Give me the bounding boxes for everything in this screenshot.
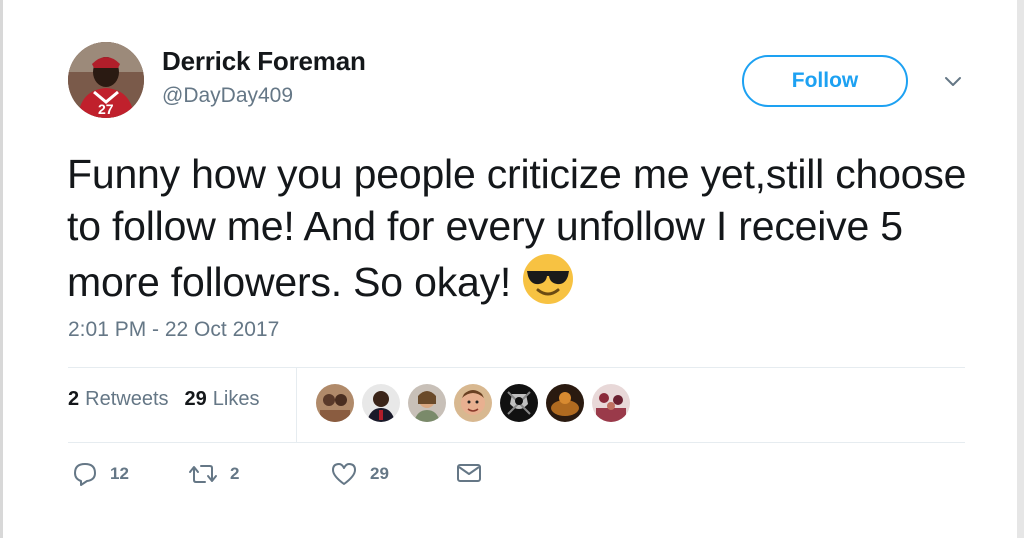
reply-count: 12 — [110, 464, 129, 483]
window-edge-right — [1017, 0, 1024, 538]
follow-button[interactable]: Follow — [742, 55, 908, 107]
sunglasses-emoji-icon — [523, 254, 574, 304]
liker-avatars — [316, 384, 630, 424]
reply-button[interactable]: 12 — [72, 462, 129, 486]
liker-avatar[interactable] — [316, 384, 354, 422]
author-avatar[interactable]: 27 — [68, 42, 144, 118]
liker-avatar[interactable] — [362, 384, 400, 422]
stats-separator — [296, 368, 297, 442]
author-display-name[interactable]: Derrick Foreman — [162, 46, 366, 77]
tweet-text-content: Funny how you people criticize me yet,st… — [67, 151, 967, 305]
retweets-label: Retweets — [85, 388, 169, 410]
liker-avatar[interactable] — [408, 384, 446, 422]
liker-avatar[interactable] — [592, 384, 630, 422]
tweet-text: Funny how you people criticize me yet,st… — [67, 148, 977, 308]
retweet-icon — [189, 465, 217, 483]
liker-avatar[interactable] — [454, 384, 492, 422]
tweet-actions: 12 2 29 — [72, 462, 552, 498]
retweets-count: 2 — [68, 388, 80, 410]
likes-stat[interactable]: 29 Likes — [185, 388, 260, 411]
heart-icon — [332, 463, 356, 485]
like-button[interactable]: 29 — [330, 462, 389, 486]
likes-count: 29 — [184, 388, 207, 410]
retweets-stat[interactable]: 2 Retweets — [68, 388, 169, 411]
retweet-button[interactable]: 2 — [188, 462, 239, 486]
window-edge-left — [0, 0, 3, 538]
reply-icon — [74, 463, 96, 486]
like-count: 29 — [370, 464, 389, 483]
divider-bottom — [68, 442, 965, 443]
direct-message-button[interactable] — [456, 462, 482, 484]
likes-label: Likes — [212, 388, 260, 410]
direct-message-icon — [457, 464, 481, 482]
tweet-stats: 2 Retweets 29 Likes — [68, 388, 259, 411]
tweet-timestamp[interactable]: 2:01 PM - 22 Oct 2017 — [68, 318, 279, 342]
author-handle[interactable]: @DayDay409 — [162, 84, 293, 108]
chevron-down-icon[interactable] — [942, 72, 964, 90]
liker-avatar[interactable] — [500, 384, 538, 422]
tweet-card: 27 Derrick Foreman @DayDay409 Follow Fun… — [0, 0, 1024, 538]
svg-text:27: 27 — [98, 101, 114, 117]
retweet-count: 2 — [230, 464, 240, 483]
liker-avatar[interactable] — [546, 384, 584, 422]
divider-top — [68, 367, 965, 368]
